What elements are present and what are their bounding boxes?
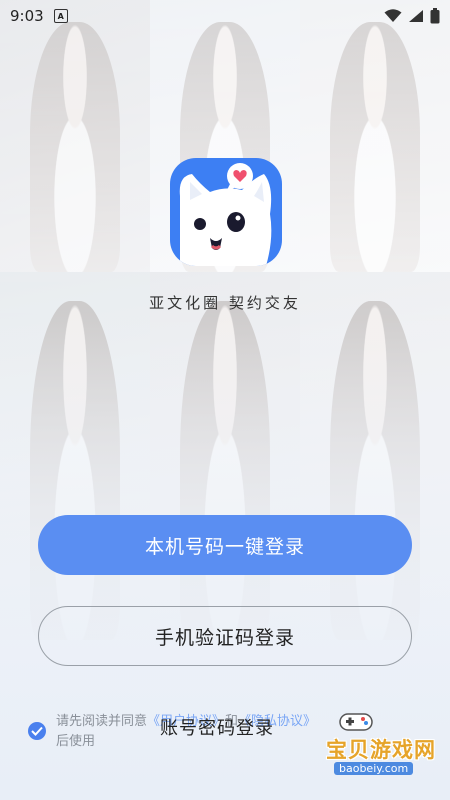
status-time: 9:03 (10, 7, 44, 25)
watermark: 宝贝游戏网 baobeiy.com (326, 710, 444, 780)
agreement-checkbox[interactable] (28, 722, 46, 740)
app-logo (170, 158, 282, 266)
one-click-login-button[interactable]: 本机号码一键登录 (38, 515, 412, 575)
agreement-suffix: 后使用 (56, 734, 96, 749)
keyboard-indicator-icon: A (53, 9, 68, 23)
password-login-link[interactable]: 账号密码登录 (160, 714, 274, 740)
watermark-title: 宝贝游戏网 (326, 738, 436, 762)
sms-login-button[interactable]: 手机验证码登录 (38, 606, 412, 666)
cat-logo-icon (179, 163, 272, 266)
background-overlay (0, 0, 450, 800)
battery-icon (430, 8, 440, 24)
wifi-icon (384, 9, 402, 22)
status-bar: 9:03 A (0, 0, 450, 32)
gamepad-icon (339, 713, 373, 731)
checkmark-icon (31, 726, 43, 736)
app-slogan: 亚文化圈 契约交友 (149, 294, 301, 312)
watermark-url: baobeiy.com (334, 762, 414, 775)
signal-icon (409, 10, 423, 22)
agreement-prefix: 请先阅读并同意 (56, 714, 148, 729)
